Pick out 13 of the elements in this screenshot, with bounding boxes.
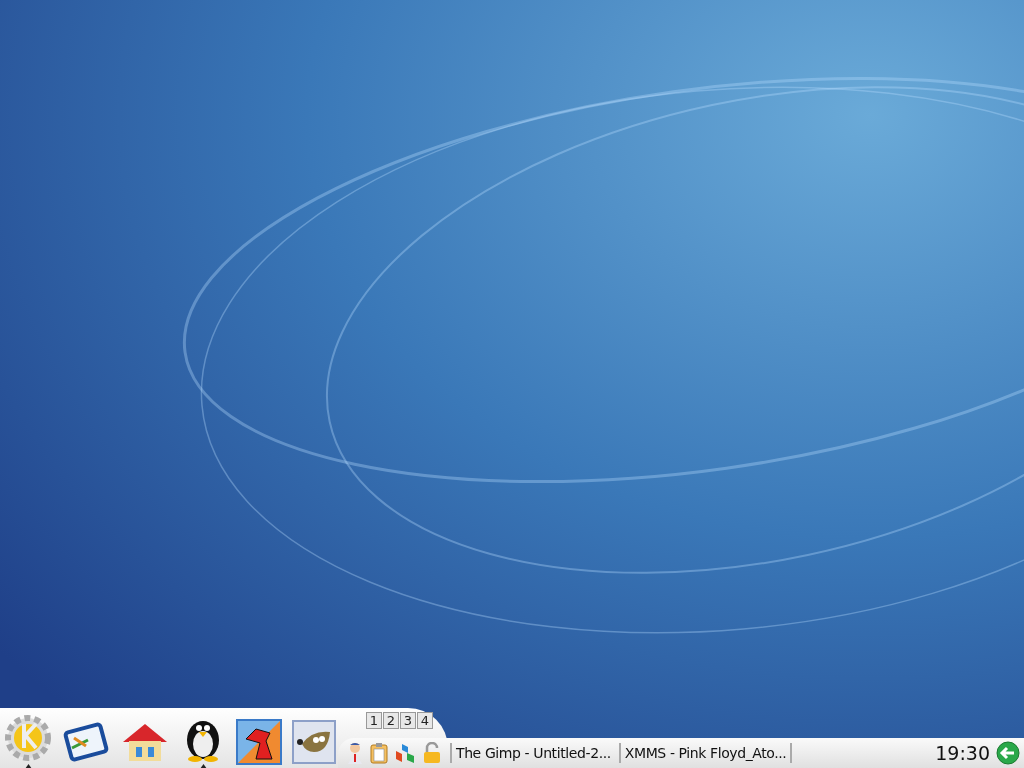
taskbar-button[interactable]: XMMS - Pink Floyd_Ato... [618, 743, 793, 763]
desktop-button[interactable]: 4 [417, 712, 433, 729]
taskbar-button[interactable]: The Gimp - Untitled-2... [450, 743, 615, 763]
desktop-button[interactable]: 2 [383, 712, 399, 729]
desktop-button[interactable]: 1 [366, 712, 382, 729]
user-icon[interactable] [346, 742, 364, 764]
menu-arrow-icon [199, 764, 207, 768]
desktop-button[interactable]: 3 [400, 712, 416, 729]
menu-arrow-icon [24, 764, 32, 768]
cubes-icon[interactable] [394, 742, 416, 764]
clipboard-icon[interactable] [370, 742, 388, 764]
padlock-icon[interactable] [422, 742, 442, 764]
clock-time: 19:30 [935, 742, 990, 764]
